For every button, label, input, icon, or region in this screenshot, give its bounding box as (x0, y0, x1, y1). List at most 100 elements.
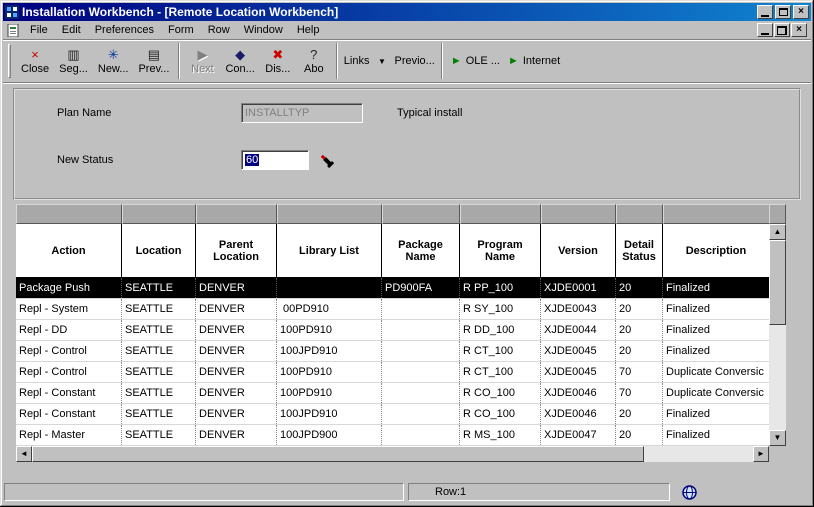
grid-header-spacer[interactable] (382, 204, 460, 224)
grid-header-spacer[interactable] (616, 204, 663, 224)
column-header-version[interactable]: Version (541, 224, 616, 277)
table-cell[interactable] (382, 362, 460, 382)
table-cell[interactable]: Finalized (663, 278, 769, 298)
scroll-right-button[interactable]: ► (753, 446, 769, 462)
table-row[interactable]: Repl - DDSEATTLEDENVER100PD910R DD_100XJ… (16, 320, 769, 341)
table-cell[interactable]: R MS_100 (460, 425, 541, 445)
table-cell[interactable]: Repl - Control (16, 341, 122, 361)
table-cell[interactable]: SEATTLE (122, 299, 196, 319)
column-header-parent-location[interactable]: Parent Location (196, 224, 277, 277)
grid-header-spacer[interactable] (663, 204, 769, 224)
vertical-scrollbar[interactable]: ▲ ▼ (769, 224, 786, 446)
table-cell[interactable]: DENVER (196, 278, 277, 298)
menu-form[interactable]: Form (161, 22, 201, 38)
mdi-close-button[interactable]: × (791, 23, 807, 37)
table-cell[interactable]: XJDE0047 (541, 425, 616, 445)
scroll-down-button[interactable]: ▼ (769, 430, 786, 446)
table-cell[interactable]: Finalized (663, 299, 769, 319)
mdi-document-icon[interactable] (5, 23, 21, 37)
table-cell[interactable]: DENVER (196, 320, 277, 340)
table-row[interactable]: Repl - MasterSEATTLEDENVER100JPD900R MS_… (16, 425, 769, 446)
dis-button[interactable]: ✖ Dis... (260, 42, 296, 80)
about-button[interactable]: ? Abo (296, 42, 332, 80)
table-cell[interactable]: SEATTLE (122, 320, 196, 340)
table-cell[interactable]: 20 (616, 404, 663, 424)
table-cell[interactable]: R PP_100 (460, 278, 541, 298)
close-window-button[interactable]: × (793, 5, 809, 19)
table-cell[interactable] (382, 341, 460, 361)
table-cell[interactable]: R CT_100 (460, 341, 541, 361)
table-cell[interactable]: Repl - Master (16, 425, 122, 445)
grid-header-spacer[interactable] (196, 204, 277, 224)
column-header-action[interactable]: Action (16, 224, 122, 277)
table-cell[interactable]: Repl - System (16, 299, 122, 319)
table-cell[interactable]: Finalized (663, 404, 769, 424)
table-row[interactable]: Repl - ControlSEATTLEDENVER100JPD910R CT… (16, 341, 769, 362)
table-cell[interactable] (382, 299, 460, 319)
table-cell[interactable]: 70 (616, 362, 663, 382)
table-cell[interactable]: XJDE0046 (541, 383, 616, 403)
table-cell[interactable]: Repl - Constant (16, 404, 122, 424)
table-cell[interactable]: R CO_100 (460, 383, 541, 403)
table-cell[interactable] (277, 278, 382, 298)
menu-edit[interactable]: Edit (55, 22, 88, 38)
links-selected-value[interactable]: Previo... (394, 55, 434, 67)
table-cell[interactable]: SEATTLE (122, 341, 196, 361)
horizontal-scrollbar[interactable]: ◄ ► (16, 446, 769, 462)
menu-preferences[interactable]: Preferences (88, 22, 161, 38)
toolbar-grip[interactable] (8, 44, 11, 78)
new-status-field[interactable]: 60 (241, 150, 309, 170)
menu-file[interactable]: File (23, 22, 55, 38)
table-cell[interactable]: Duplicate Conversic (663, 362, 769, 382)
column-header-program-name[interactable]: Program Name (460, 224, 541, 277)
table-cell[interactable]: R CT_100 (460, 362, 541, 382)
grid-header-spacer[interactable] (460, 204, 541, 224)
table-cell[interactable]: SEATTLE (122, 425, 196, 445)
table-row[interactable]: Repl - ConstantSEATTLEDENVER100PD910R CO… (16, 383, 769, 404)
ole-button[interactable]: ► OLE ... (447, 42, 504, 80)
table-cell[interactable] (382, 404, 460, 424)
table-cell[interactable]: 100PD910 (277, 320, 382, 340)
grid-header-spacer[interactable] (541, 204, 616, 224)
table-cell[interactable]: DENVER (196, 299, 277, 319)
table-cell[interactable]: SEATTLE (122, 383, 196, 403)
column-header-location[interactable]: Location (122, 224, 196, 277)
table-cell[interactable]: Repl - DD (16, 320, 122, 340)
grid-header-spacer[interactable] (122, 204, 196, 224)
horizontal-scroll-track[interactable] (32, 446, 753, 462)
table-cell[interactable]: XJDE0045 (541, 341, 616, 361)
menu-help[interactable]: Help (290, 22, 327, 38)
menu-row[interactable]: Row (201, 22, 237, 38)
column-header-library-list[interactable]: Library List (277, 224, 382, 277)
grid-header-spacer[interactable] (277, 204, 382, 224)
table-cell[interactable]: 20 (616, 278, 663, 298)
table-cell[interactable]: Finalized (663, 320, 769, 340)
table-cell[interactable]: 20 (616, 299, 663, 319)
table-cell[interactable] (382, 320, 460, 340)
table-cell[interactable] (382, 425, 460, 445)
table-row[interactable]: Package PushSEATTLEDENVERPD900FAR PP_100… (16, 278, 769, 299)
table-cell[interactable]: Finalized (663, 425, 769, 445)
table-cell[interactable]: DENVER (196, 383, 277, 403)
table-cell[interactable]: 100JPD910 (277, 341, 382, 361)
column-header-description[interactable]: Description (663, 224, 769, 277)
minimize-button[interactable] (757, 5, 773, 19)
table-row[interactable]: Repl - ConstantSEATTLEDENVER100JPD910R C… (16, 404, 769, 425)
table-row[interactable]: Repl - SystemSEATTLEDENVER 00PD910R SY_1… (16, 299, 769, 320)
table-cell[interactable]: 20 (616, 320, 663, 340)
table-cell[interactable]: XJDE0001 (541, 278, 616, 298)
mdi-restore-button[interactable] (774, 23, 790, 37)
table-cell[interactable]: SEATTLE (122, 404, 196, 424)
horizontal-scroll-thumb[interactable] (32, 446, 644, 462)
table-cell[interactable]: R DD_100 (460, 320, 541, 340)
grid-header-spacer[interactable] (16, 204, 122, 224)
vertical-scroll-thumb[interactable] (769, 240, 786, 325)
table-cell[interactable]: 100JPD910 (277, 404, 382, 424)
table-cell[interactable]: Finalized (663, 341, 769, 361)
table-cell[interactable]: 00PD910 (277, 299, 382, 319)
table-cell[interactable]: 20 (616, 341, 663, 361)
table-cell[interactable]: SEATTLE (122, 278, 196, 298)
table-row[interactable]: Repl - ControlSEATTLEDENVER100PD910R CT_… (16, 362, 769, 383)
table-cell[interactable] (382, 383, 460, 403)
column-header-package-name[interactable]: Package Name (382, 224, 460, 277)
